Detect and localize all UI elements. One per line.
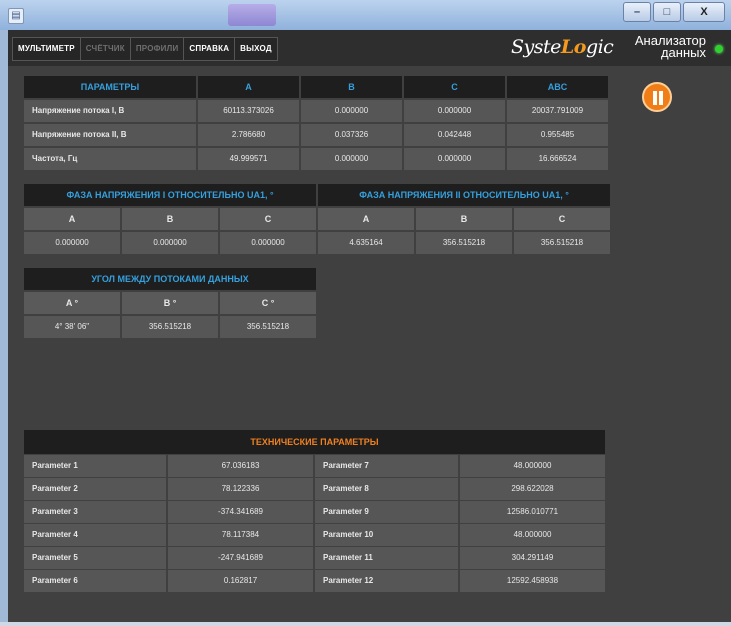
phase-2-title: ФАЗА НАПРЯЖЕНИЯ II ОТНОСИТЕЛЬНО UA1, °	[318, 184, 610, 206]
param-label-voltage-1: Напряжение потока I, В	[24, 100, 196, 122]
menu-bar: МУЛЬТИМЕТР СЧЁТЧИК ПРОФИЛИ СПРАВКА ВЫХОД…	[8, 30, 731, 66]
params-header-a: A	[198, 76, 299, 98]
technical-parameters-table: ТЕХНИЧЕСКИЕ ПАРАМЕТРЫ Parameter 1 67.036…	[24, 430, 605, 592]
angle-value-c: 356.515218	[220, 316, 316, 338]
close-button[interactable]: X	[683, 2, 725, 22]
param-label-voltage-2: Напряжение потока II, В	[24, 124, 196, 146]
tech-param-value: 0.162817	[168, 570, 313, 592]
params-header-name: ПАРАМЕТРЫ	[24, 76, 196, 98]
tech-param-value: 48.000000	[460, 455, 605, 477]
param-value: 0.037326	[301, 124, 402, 146]
tech-param-value: 78.122336	[168, 478, 313, 500]
tech-param-value: 304.291149	[460, 547, 605, 569]
tech-param-label: Parameter 8	[315, 478, 458, 500]
tech-param-label: Parameter 1	[24, 455, 166, 477]
phase-1-value-a: 0.000000	[24, 232, 120, 254]
param-label-frequency: Частота, Гц	[24, 148, 196, 170]
phase-2-value-a: 4.635164	[318, 232, 414, 254]
tech-param-label: Parameter 11	[315, 547, 458, 569]
phase-1-header-c: C	[220, 208, 316, 230]
tech-param-value: 298.622028	[460, 478, 605, 500]
tech-param-label: Parameter 7	[315, 455, 458, 477]
menu-profiles[interactable]: ПРОФИЛИ	[129, 37, 185, 61]
menu-multimeter[interactable]: МУЛЬТИМЕТР	[12, 37, 81, 61]
params-header-abc: ABC	[507, 76, 608, 98]
tech-param-value: -374.341689	[168, 501, 313, 523]
tech-param-value: 12592.458938	[460, 570, 605, 592]
phase-2-header-a: A	[318, 208, 414, 230]
phase-1-header-a: A	[24, 208, 120, 230]
phase-1-value-c: 0.000000	[220, 232, 316, 254]
phase-2-table: ФАЗА НАПРЯЖЕНИЯ II ОТНОСИТЕЛЬНО UA1, ° A…	[318, 184, 610, 254]
phase-1-value-b: 0.000000	[122, 232, 218, 254]
param-value: 49.999571	[198, 148, 299, 170]
app-window: МУЛЬТИМЕТР СЧЁТЧИК ПРОФИЛИ СПРАВКА ВЫХОД…	[8, 30, 731, 626]
phase-2-value-c: 356.515218	[514, 232, 610, 254]
angle-header-c: C °	[220, 292, 316, 314]
phase-2-header-b: B	[416, 208, 512, 230]
param-value: 16.666524	[507, 148, 608, 170]
params-header-b: B	[301, 76, 402, 98]
phase-1-table: ФАЗА НАПРЯЖЕНИЯ I ОТНОСИТЕЛЬНО UA1, ° A …	[24, 184, 316, 254]
logo-suffix: gic	[585, 36, 614, 58]
angle-title: УГОЛ МЕЖДУ ПОТОКАМИ ДАННЫХ	[24, 268, 316, 290]
param-value: 0.955485	[507, 124, 608, 146]
tech-param-label: Parameter 6	[24, 570, 166, 592]
logo-mark: Lo	[560, 36, 587, 58]
tech-param-label: Parameter 12	[315, 570, 458, 592]
phase-2-value-b: 356.515218	[416, 232, 512, 254]
phase-1-header-b: B	[122, 208, 218, 230]
main-menu: МУЛЬТИМЕТР СЧЁТЧИК ПРОФИЛИ СПРАВКА ВЫХОД	[12, 37, 278, 61]
menu-counter[interactable]: СЧЁТЧИК	[79, 37, 131, 61]
window-titlebar: ▤ – □ X	[0, 0, 731, 30]
tech-param-label: Parameter 5	[24, 547, 166, 569]
param-value: 60113.373026	[198, 100, 299, 122]
param-value: 0.042448	[404, 124, 505, 146]
tech-param-value: 12586.010771	[460, 501, 605, 523]
tech-param-label: Parameter 9	[315, 501, 458, 523]
pause-icon	[653, 91, 657, 105]
window-bottom-border	[0, 622, 731, 626]
minimize-button[interactable]: –	[623, 2, 651, 22]
taskbar-thumbnail	[228, 4, 276, 26]
menu-exit[interactable]: ВЫХОД	[234, 37, 278, 61]
app-icon: ▤	[8, 8, 24, 24]
param-value: 2.786680	[198, 124, 299, 146]
parameters-table: ПАРАМЕТРЫ A B C ABC Напряжение потока I,…	[24, 76, 608, 170]
systelogic-logo: SysteLogic	[511, 36, 614, 58]
tech-param-value: -247.941689	[168, 547, 313, 569]
logo-prefix: Syste	[511, 36, 561, 58]
tech-param-value: 67.036183	[168, 455, 313, 477]
technical-title: ТЕХНИЧЕСКИЕ ПАРАМЕТРЫ	[24, 430, 605, 454]
tech-param-label: Parameter 3	[24, 501, 166, 523]
param-value: 20037.791009	[507, 100, 608, 122]
menu-help[interactable]: СПРАВКА	[183, 37, 236, 61]
angle-table: УГОЛ МЕЖДУ ПОТОКАМИ ДАННЫХ A ° B ° C ° 4…	[24, 268, 316, 338]
pause-icon	[659, 91, 663, 105]
param-value: 0.000000	[404, 100, 505, 122]
tech-param-label: Parameter 2	[24, 478, 166, 500]
tech-param-label: Parameter 4	[24, 524, 166, 546]
angle-value-a: 4° 38' 06"	[24, 316, 120, 338]
phase-2-header-c: C	[514, 208, 610, 230]
tech-param-value: 78.117384	[168, 524, 313, 546]
param-value: 0.000000	[301, 100, 402, 122]
status-indicator-icon	[715, 45, 723, 53]
maximize-button[interactable]: □	[653, 2, 681, 22]
pause-button[interactable]	[642, 82, 672, 112]
tech-param-value: 48.000000	[460, 524, 605, 546]
tech-param-label: Parameter 10	[315, 524, 458, 546]
angle-value-b: 356.515218	[122, 316, 218, 338]
angle-header-b: B °	[122, 292, 218, 314]
param-value: 0.000000	[404, 148, 505, 170]
phase-1-title: ФАЗА НАПРЯЖЕНИЯ I ОТНОСИТЕЛЬНО UA1, °	[24, 184, 316, 206]
window-controls: – □ X	[623, 2, 725, 22]
angle-header-a: A °	[24, 292, 120, 314]
param-value: 0.000000	[301, 148, 402, 170]
app-title: Анализатор данных	[634, 33, 706, 60]
params-header-c: C	[404, 76, 505, 98]
